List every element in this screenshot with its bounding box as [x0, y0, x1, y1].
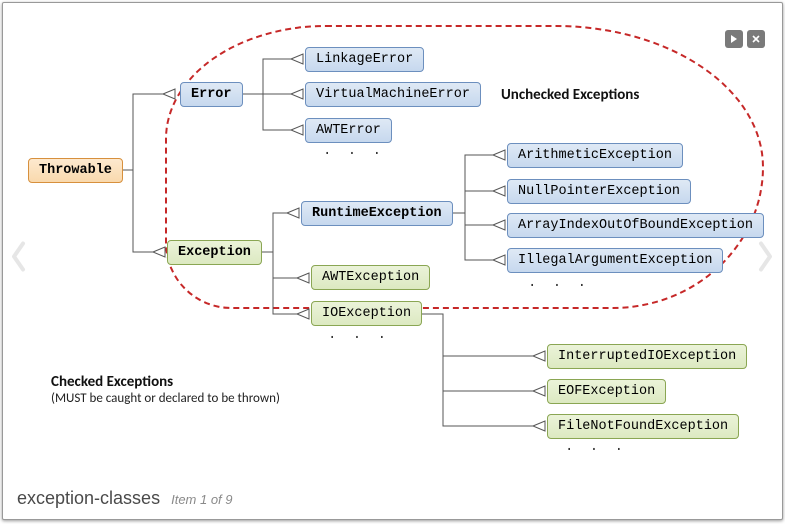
- node-ioexception: IOException: [311, 301, 422, 326]
- checked-label-title: Checked Exceptions: [51, 373, 280, 391]
- connectors: [3, 3, 782, 479]
- ellipsis-io: . . .: [565, 439, 627, 455]
- node-linkageerror: LinkageError: [305, 47, 424, 72]
- node-virtualmachineerror: VirtualMachineError: [305, 82, 481, 107]
- node-arrayindexoutofboundexception: ArrayIndexOutOfBoundException: [507, 213, 764, 238]
- node-runtimeexception: RuntimeException: [301, 201, 453, 226]
- node-filenotfoundexception: FileNotFoundException: [547, 414, 739, 439]
- ellipsis-runtime: . . .: [528, 275, 590, 291]
- slide-container: Throwable Error LinkageError VirtualMach…: [2, 2, 783, 520]
- footer-position: Item 1 of 9: [171, 492, 232, 507]
- unchecked-label: Unchecked Exceptions: [501, 86, 639, 104]
- node-nullpointerexception: NullPointerException: [507, 179, 691, 204]
- node-exception: Exception: [167, 240, 262, 265]
- node-throwable: Throwable: [28, 158, 123, 183]
- node-error: Error: [180, 82, 243, 107]
- checked-label-sub: (MUST be caught or declared to be thrown…: [51, 391, 280, 406]
- footer: exception-classes Item 1 of 9: [17, 488, 233, 509]
- node-eofexception: EOFException: [547, 379, 666, 404]
- node-interruptedioexception: InterruptedIOException: [547, 344, 747, 369]
- diagram-stage: Throwable Error LinkageError VirtualMach…: [3, 3, 782, 479]
- ellipsis-exception: . . .: [328, 327, 390, 343]
- footer-title: exception-classes: [17, 488, 160, 508]
- node-arithmeticexception: ArithmeticException: [507, 143, 683, 168]
- node-illegalargumentexception: IllegalArgumentException: [507, 248, 723, 273]
- ellipsis-error: . . .: [323, 143, 385, 159]
- node-awtexception: AWTException: [311, 265, 430, 290]
- node-awterror: AWTError: [305, 118, 392, 143]
